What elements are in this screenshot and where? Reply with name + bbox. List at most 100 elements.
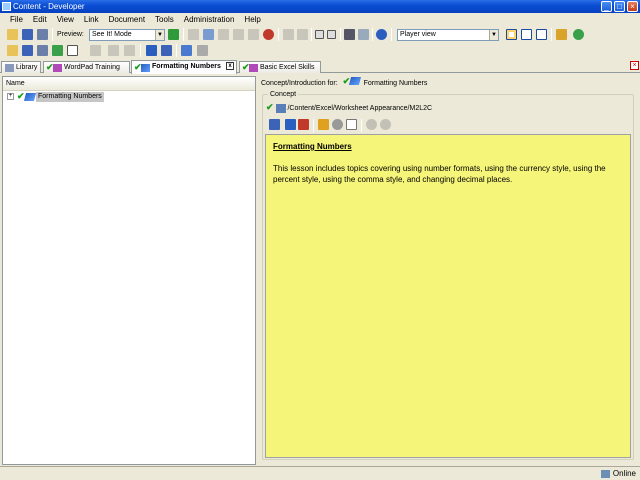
concept-header-icons: ✔ (340, 76, 362, 86)
maximize-button[interactable]: □ (614, 1, 625, 12)
tree-item-label[interactable]: Formatting Numbers (36, 92, 104, 102)
import-icon[interactable] (52, 45, 63, 56)
concept-path[interactable]: /Content/Excel/Worksheet Appearance/M2L2… (287, 105, 432, 112)
window-controls: _ □ × (599, 1, 638, 12)
tab-library[interactable]: Library (1, 61, 41, 73)
preview-label: Preview: (57, 31, 84, 38)
menu-document[interactable]: Document (104, 13, 150, 27)
tab-label: Basic Excel Skills (260, 64, 315, 71)
go-arrow-icon[interactable] (168, 29, 179, 40)
menu-administration[interactable]: Administration (179, 13, 240, 27)
publish-icon[interactable] (556, 29, 567, 40)
hierarchy-icon[interactable] (161, 45, 172, 56)
package-icon[interactable] (37, 45, 48, 56)
outline-pane: Name + ✔ Formatting Numbers (2, 76, 256, 465)
copy-icon[interactable] (203, 29, 214, 40)
library-icon[interactable] (22, 45, 33, 56)
toolbar-separator (183, 28, 184, 41)
preview-mode-select[interactable]: See It! Mode ▼ (89, 29, 165, 41)
menu-link[interactable]: Link (79, 13, 104, 27)
open-folder-icon[interactable] (7, 29, 18, 40)
content-body: This lesson includes topics covering usi… (273, 164, 606, 184)
layout-single-icon[interactable] (506, 29, 517, 40)
layout-horizontal-icon[interactable] (521, 29, 532, 40)
help-icon[interactable] (376, 29, 387, 40)
collapse-icon[interactable] (327, 30, 336, 39)
close-all-tabs-icon[interactable]: × (630, 61, 639, 70)
document-icon (275, 103, 286, 113)
upload-icon[interactable] (146, 45, 157, 56)
menu-file[interactable]: File (0, 13, 28, 27)
player-view-value: Player view (400, 31, 436, 38)
help-menu-icon[interactable] (67, 45, 78, 56)
concept-header-prefix: Concept/Introduction for: (261, 80, 338, 87)
binoculars-icon[interactable] (344, 29, 355, 40)
title-bar: Content - Developer _ □ × (0, 0, 640, 13)
properties-icon[interactable] (248, 29, 259, 40)
menu-tools[interactable]: Tools (150, 13, 179, 27)
tab-formatting-numbers[interactable]: ✔ Formatting Numbers x (131, 60, 237, 74)
toolbar-separator (313, 119, 314, 132)
concept-content[interactable]: Formatting Numbers This lesson includes … (265, 134, 631, 458)
player-view-select[interactable]: Player view ▼ (397, 29, 499, 41)
document-tabs: Library ✔ WordPad Training ✔ Formatting … (0, 60, 640, 74)
play-icon[interactable] (366, 119, 377, 130)
layout-vertical-icon[interactable] (536, 29, 547, 40)
save-icon[interactable] (22, 29, 33, 40)
concept-header: Concept/Introduction for: ✔ Formatting N… (261, 76, 427, 90)
spell-check-icon[interactable] (358, 29, 369, 40)
save-document-icon[interactable] (285, 119, 296, 130)
main-toolbar: Preview: See It! Mode ▼ Player view ▼ (0, 27, 640, 43)
toolbar-separator (140, 44, 141, 57)
edit-pencil-icon[interactable] (318, 119, 329, 130)
tab-label: Library (16, 64, 38, 71)
move-down-icon[interactable] (124, 45, 135, 56)
chevron-down-icon[interactable]: ▼ (489, 30, 498, 40)
cut-icon[interactable] (188, 29, 199, 40)
refresh-icon[interactable] (573, 29, 584, 40)
move-left-icon[interactable] (90, 45, 101, 56)
concept-path-row: ✔ /Content/Excel/Worksheet Appearance/M2… (266, 103, 432, 114)
library-icon (5, 64, 14, 72)
chevron-down-icon[interactable]: ▼ (155, 30, 164, 40)
stop-icon[interactable] (380, 119, 391, 130)
menu-help[interactable]: Help (239, 13, 265, 27)
find-references-icon[interactable] (263, 29, 274, 40)
check-icon: ✔ (266, 102, 274, 112)
link-icon[interactable] (269, 119, 280, 130)
print-icon[interactable] (37, 29, 48, 40)
tab-label: WordPad Training (64, 64, 120, 71)
tab-basic-excel-skills[interactable]: ✔ Basic Excel Skills (239, 61, 321, 73)
unlink-icon[interactable] (298, 119, 309, 130)
close-button[interactable]: × (627, 1, 638, 12)
paste-icon[interactable] (218, 29, 229, 40)
move-up-icon[interactable] (108, 45, 119, 56)
toolbar-separator (278, 28, 279, 41)
delete-icon[interactable] (233, 29, 244, 40)
toolbar-separator (52, 28, 53, 41)
concept-toolbar (267, 119, 407, 132)
status-bar: Online (0, 466, 640, 480)
expand-icon[interactable] (315, 30, 324, 39)
book-icon (53, 64, 62, 72)
expand-node-icon[interactable]: + (7, 93, 14, 100)
undo-checkout-icon[interactable] (197, 45, 208, 56)
settings-gear-icon[interactable] (332, 119, 343, 130)
column-header-name[interactable]: Name (3, 77, 255, 91)
undo-icon[interactable] (283, 29, 294, 40)
redo-icon[interactable] (297, 29, 308, 40)
secondary-toolbar (0, 43, 640, 59)
toolbar-separator (340, 28, 341, 41)
tab-wordpad-training[interactable]: ✔ WordPad Training (43, 61, 130, 73)
download-icon[interactable] (181, 45, 192, 56)
minimize-button[interactable]: _ (601, 1, 612, 12)
preview-icon[interactable] (346, 119, 357, 130)
toolbar-separator (176, 44, 177, 57)
new-document-icon[interactable] (7, 45, 18, 56)
network-icon (600, 470, 610, 478)
menu-view[interactable]: View (52, 13, 79, 27)
menu-edit[interactable]: Edit (28, 13, 52, 27)
content-heading: Formatting Numbers (273, 142, 352, 151)
application-window: Content - Developer _ □ × File Edit View… (0, 0, 640, 480)
close-tab-icon[interactable]: x (226, 62, 234, 70)
